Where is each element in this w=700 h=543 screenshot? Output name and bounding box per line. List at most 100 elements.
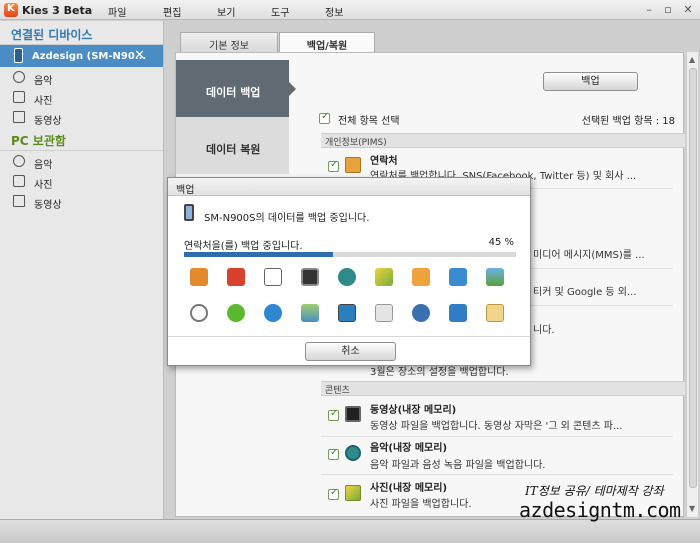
group-contents-header: 콘텐츠	[321, 381, 685, 396]
sidebar-item-label: 사진	[34, 180, 53, 191]
phone-icon	[338, 304, 356, 322]
sidebar-item-label: 사진	[34, 96, 53, 107]
settings-icon	[412, 304, 430, 322]
wifi-icon	[264, 304, 282, 322]
close-window-icon[interactable]: ✕	[680, 3, 696, 17]
progress-fill	[184, 252, 334, 257]
dialog-divider	[168, 336, 530, 337]
sidebar: 연결된 디바이스 Azdesign (SM-N90... ✕ 음악 사진 동영상…	[0, 21, 164, 519]
phone-icon	[14, 48, 23, 63]
sidebar-item-label: 동영상	[34, 116, 62, 127]
gallery-icon	[345, 485, 361, 501]
connected-devices-header: 연결된 디바이스	[0, 21, 163, 45]
item-desc: 동영상 파일을 백업합니다. 동영상 자막은 '그 외 콘텐츠 파...	[370, 421, 623, 432]
calendar-icon	[264, 268, 282, 286]
pc-item-videos[interactable]: 동영상	[0, 191, 163, 211]
vertical-scrollbar[interactable]: ▲ ▼	[686, 52, 698, 517]
apps-icon	[449, 304, 467, 322]
item-desc: 니다.	[533, 325, 555, 336]
video-icon	[301, 268, 319, 286]
device-name: Azdesign (SM-N90...	[32, 51, 147, 62]
tab-basic-info[interactable]: 기본 정보	[180, 32, 278, 52]
disconnect-icon[interactable]: ✕	[134, 48, 145, 63]
photo-icon	[13, 175, 25, 187]
item-title: 동영상(내장 메모리)	[370, 405, 457, 416]
s-health-icon	[227, 304, 245, 322]
pc-item-photos[interactable]: 사진	[0, 171, 163, 191]
progress-label: 연락처을(를) 백업 중입니다.	[184, 241, 303, 252]
item-title: 사진(내장 메모리)	[370, 483, 448, 494]
contacts-checkbox[interactable]	[328, 159, 339, 172]
dialog-message: SM-N900S의 데이터를 백업 중입니다.	[204, 213, 370, 224]
email-icon	[486, 304, 504, 322]
scroll-thumb[interactable]	[689, 68, 697, 488]
photo-settings-icon	[301, 304, 319, 322]
mms-icon	[375, 304, 393, 322]
device-item[interactable]: Azdesign (SM-N90... ✕	[0, 45, 163, 67]
menu-info[interactable]: 정보	[325, 4, 343, 19]
folder-icon	[412, 268, 430, 286]
watermark-line1: IT정보 공유/ 테마제작 강좌	[525, 484, 664, 498]
group-pims-header: 개인정보(PIMS)	[321, 133, 685, 148]
sidebar-item-photos[interactable]: 사진	[0, 87, 163, 107]
sidebar-item-music[interactable]: 음악	[0, 67, 163, 87]
call-log-icon	[449, 268, 467, 286]
scroll-up-icon[interactable]: ▲	[689, 55, 695, 64]
sidebar-item-label: 음악	[34, 160, 53, 171]
backup-button[interactable]: 백업	[543, 72, 638, 91]
selected-count: 선택된 백업 항목 : 18	[581, 116, 675, 127]
item-desc: 음악 파일과 음성 녹음 파일을 백업합니다.	[370, 460, 546, 471]
pc-item-music[interactable]: 음악	[0, 151, 163, 171]
row-divider	[321, 474, 673, 475]
gallery-icon	[375, 268, 393, 286]
clock-icon	[190, 304, 208, 322]
item-desc: 사진 파일을 백업합니다.	[370, 499, 472, 510]
contacts-icon	[345, 157, 361, 173]
select-all-checkbox[interactable]	[319, 111, 330, 124]
tab-data-restore[interactable]: 데이터 복원	[176, 117, 289, 174]
cancel-button[interactable]: 취소	[305, 342, 396, 361]
select-all-label: 전체 항목 선택	[338, 116, 400, 127]
menu-tools[interactable]: 도구	[271, 4, 289, 19]
video-icon	[345, 406, 361, 422]
tab-backup-restore[interactable]: 백업/복원	[279, 32, 375, 53]
video-icon	[13, 195, 25, 207]
music-icon	[345, 445, 361, 461]
tab-data-backup[interactable]: 데이터 백업	[176, 60, 296, 117]
photos-checkbox[interactable]	[328, 487, 339, 500]
video-checkbox[interactable]	[328, 408, 339, 421]
title-bar: Kies 3 Beta 파일 편집 보기 도구 정보 – ▫ ✕	[0, 0, 700, 20]
sidebar-item-videos[interactable]: 동영상	[0, 107, 163, 127]
s-planner-icon	[227, 268, 245, 286]
menu-view[interactable]: 보기	[217, 4, 235, 19]
row-divider	[321, 436, 673, 437]
sidebar-item-label: 음악	[34, 76, 53, 87]
status-bar	[0, 519, 700, 543]
item-title: 음악(내장 메모리)	[370, 443, 448, 454]
progress-bar	[184, 252, 516, 257]
kies-logo-icon	[4, 3, 18, 17]
music-icon	[13, 155, 25, 167]
pc-library-header: PC 보관함	[0, 127, 163, 151]
menu-edit[interactable]: 편집	[163, 4, 181, 19]
sidebar-item-label: 동영상	[34, 200, 62, 211]
minimize-icon[interactable]: –	[641, 3, 657, 17]
item-desc: 미디어 메시지(MMS)를 ...	[533, 250, 645, 261]
photo-icon	[13, 91, 25, 103]
video-icon	[13, 111, 25, 123]
scroll-down-icon[interactable]: ▼	[689, 504, 695, 513]
music-icon	[13, 71, 25, 83]
menu-file[interactable]: 파일	[108, 4, 126, 19]
music-checkbox[interactable]	[328, 447, 339, 460]
picture-icon	[486, 268, 504, 286]
dialog-title: 백업	[168, 178, 530, 196]
contacts-icon	[190, 268, 208, 286]
maximize-icon[interactable]: ▫	[660, 3, 676, 17]
app-title: Kies 3 Beta	[22, 4, 93, 17]
backup-progress-dialog: 백업 SM-N900S의 데이터를 백업 중입니다. 연락처을(를) 백업 중입…	[167, 177, 531, 366]
phone-icon	[184, 204, 194, 221]
item-title: 연락처	[370, 156, 398, 167]
progress-percent: 45 %	[488, 237, 514, 248]
backup-side-tabs: 데이터 백업 데이터 복원	[176, 60, 296, 174]
music-icon	[338, 268, 356, 286]
